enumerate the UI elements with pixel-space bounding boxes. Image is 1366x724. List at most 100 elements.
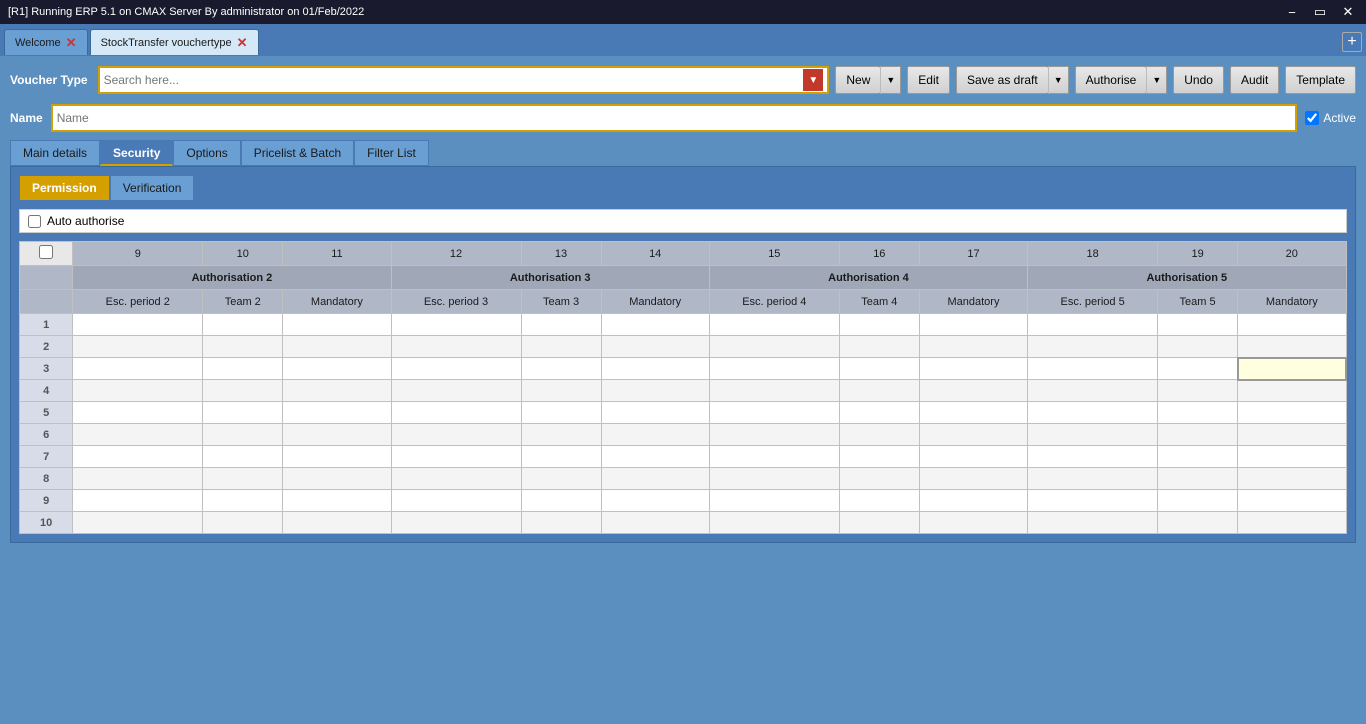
minimize-button[interactable]: − xyxy=(1282,2,1302,22)
cell-r4-c17[interactable] xyxy=(919,380,1027,402)
tab-security[interactable]: Security xyxy=(100,140,173,166)
template-button[interactable]: Template xyxy=(1285,66,1356,94)
tab-stocktransfer-close[interactable]: ✕ xyxy=(237,36,248,49)
cell-r3-c13[interactable] xyxy=(521,358,601,380)
authorise-button[interactable]: Authorise xyxy=(1075,66,1147,94)
cell-r7-c14[interactable] xyxy=(601,446,709,468)
cell-r6-c14[interactable] xyxy=(601,424,709,446)
cell-r10-c17[interactable] xyxy=(919,512,1027,534)
cell-r5-c12[interactable] xyxy=(391,402,521,424)
cell-r2-c12[interactable] xyxy=(391,336,521,358)
cell-r10-c11[interactable] xyxy=(283,512,391,534)
cell-r2-c19[interactable] xyxy=(1158,336,1238,358)
cell-r5-c14[interactable] xyxy=(601,402,709,424)
cell-r9-c18[interactable] xyxy=(1028,490,1158,512)
cell-r2-c13[interactable] xyxy=(521,336,601,358)
cell-r7-c10[interactable] xyxy=(203,446,283,468)
cell-r4-c19[interactable] xyxy=(1158,380,1238,402)
cell-r10-c16[interactable] xyxy=(839,512,919,534)
cell-r2-c16[interactable] xyxy=(839,336,919,358)
cell-r1-c16[interactable] xyxy=(839,314,919,336)
restore-button[interactable]: ▭ xyxy=(1310,2,1330,22)
cell-r8-c14[interactable] xyxy=(601,468,709,490)
cell-r9-c9[interactable] xyxy=(73,490,203,512)
cell-r5-c10[interactable] xyxy=(203,402,283,424)
cell-r7-c12[interactable] xyxy=(391,446,521,468)
undo-button[interactable]: Undo xyxy=(1173,66,1224,94)
cell-r1-c12[interactable] xyxy=(391,314,521,336)
tab-welcome[interactable]: Welcome ✕ xyxy=(4,29,88,55)
cell-r9-c20[interactable] xyxy=(1238,490,1346,512)
cell-r3-c19[interactable] xyxy=(1158,358,1238,380)
cell-r10-c9[interactable] xyxy=(73,512,203,534)
audit-button[interactable]: Audit xyxy=(1230,66,1279,94)
authorise-dropdown-button[interactable]: ▼ xyxy=(1146,66,1167,94)
cell-r8-c20[interactable] xyxy=(1238,468,1346,490)
cell-r3-c10[interactable] xyxy=(203,358,283,380)
cell-r6-c11[interactable] xyxy=(283,424,391,446)
cell-r8-c16[interactable] xyxy=(839,468,919,490)
select-all-checkbox[interactable] xyxy=(39,245,53,259)
cell-r9-c13[interactable] xyxy=(521,490,601,512)
cell-r6-c19[interactable] xyxy=(1158,424,1238,446)
new-button[interactable]: New xyxy=(835,66,880,94)
cell-r7-c9[interactable] xyxy=(73,446,203,468)
cell-r8-c18[interactable] xyxy=(1028,468,1158,490)
name-input[interactable] xyxy=(51,104,1298,132)
cell-r1-c13[interactable] xyxy=(521,314,601,336)
cell-r9-c15[interactable] xyxy=(709,490,839,512)
cell-r10-c14[interactable] xyxy=(601,512,709,534)
cell-r5-c15[interactable] xyxy=(709,402,839,424)
cell-r5-c13[interactable] xyxy=(521,402,601,424)
cell-r9-c14[interactable] xyxy=(601,490,709,512)
cell-r6-c20[interactable] xyxy=(1238,424,1346,446)
cell-r2-c9[interactable] xyxy=(73,336,203,358)
edit-button[interactable]: Edit xyxy=(907,66,950,94)
cell-r9-c12[interactable] xyxy=(391,490,521,512)
cell-r2-c18[interactable] xyxy=(1028,336,1158,358)
cell-r5-c9[interactable] xyxy=(73,402,203,424)
cell-r1-c9[interactable] xyxy=(73,314,203,336)
cell-r9-c16[interactable] xyxy=(839,490,919,512)
tab-add-button[interactable]: + xyxy=(1342,32,1362,52)
cell-r2-c11[interactable] xyxy=(283,336,391,358)
cell-r1-c17[interactable] xyxy=(919,314,1027,336)
cell-r8-c15[interactable] xyxy=(709,468,839,490)
tab-main-details[interactable]: Main details xyxy=(10,140,100,166)
cell-r1-c10[interactable] xyxy=(203,314,283,336)
cell-r7-c13[interactable] xyxy=(521,446,601,468)
cell-r3-c15[interactable] xyxy=(709,358,839,380)
cell-r4-c20[interactable] xyxy=(1238,380,1346,402)
cell-r7-c19[interactable] xyxy=(1158,446,1238,468)
cell-r5-c16[interactable] xyxy=(839,402,919,424)
active-checkbox[interactable] xyxy=(1305,111,1319,125)
cell-r3-c16[interactable] xyxy=(839,358,919,380)
cell-r7-c17[interactable] xyxy=(919,446,1027,468)
cell-r9-c17[interactable] xyxy=(919,490,1027,512)
save-draft-dropdown-button[interactable]: ▼ xyxy=(1048,66,1069,94)
cell-r8-c11[interactable] xyxy=(283,468,391,490)
cell-r6-c15[interactable] xyxy=(709,424,839,446)
cell-r2-c10[interactable] xyxy=(203,336,283,358)
cell-r8-c12[interactable] xyxy=(391,468,521,490)
cell-r10-c13[interactable] xyxy=(521,512,601,534)
cell-r10-c19[interactable] xyxy=(1158,512,1238,534)
sub-tab-verification[interactable]: Verification xyxy=(110,175,195,201)
tab-filter-list[interactable]: Filter List xyxy=(354,140,429,166)
auto-authorise-checkbox[interactable] xyxy=(28,215,41,228)
cell-r10-c10[interactable] xyxy=(203,512,283,534)
cell-r8-c13[interactable] xyxy=(521,468,601,490)
tab-welcome-close[interactable]: ✕ xyxy=(66,36,77,49)
cell-r8-c17[interactable] xyxy=(919,468,1027,490)
cell-r2-c20[interactable] xyxy=(1238,336,1346,358)
cell-r2-c17[interactable] xyxy=(919,336,1027,358)
cell-r4-c11[interactable] xyxy=(283,380,391,402)
cell-r4-c12[interactable] xyxy=(391,380,521,402)
save-draft-button[interactable]: Save as draft xyxy=(956,66,1048,94)
cell-r6-c17[interactable] xyxy=(919,424,1027,446)
cell-r7-c16[interactable] xyxy=(839,446,919,468)
cell-r1-c15[interactable] xyxy=(709,314,839,336)
cell-r7-c11[interactable] xyxy=(283,446,391,468)
cell-r6-c10[interactable] xyxy=(203,424,283,446)
cell-r6-c9[interactable] xyxy=(73,424,203,446)
